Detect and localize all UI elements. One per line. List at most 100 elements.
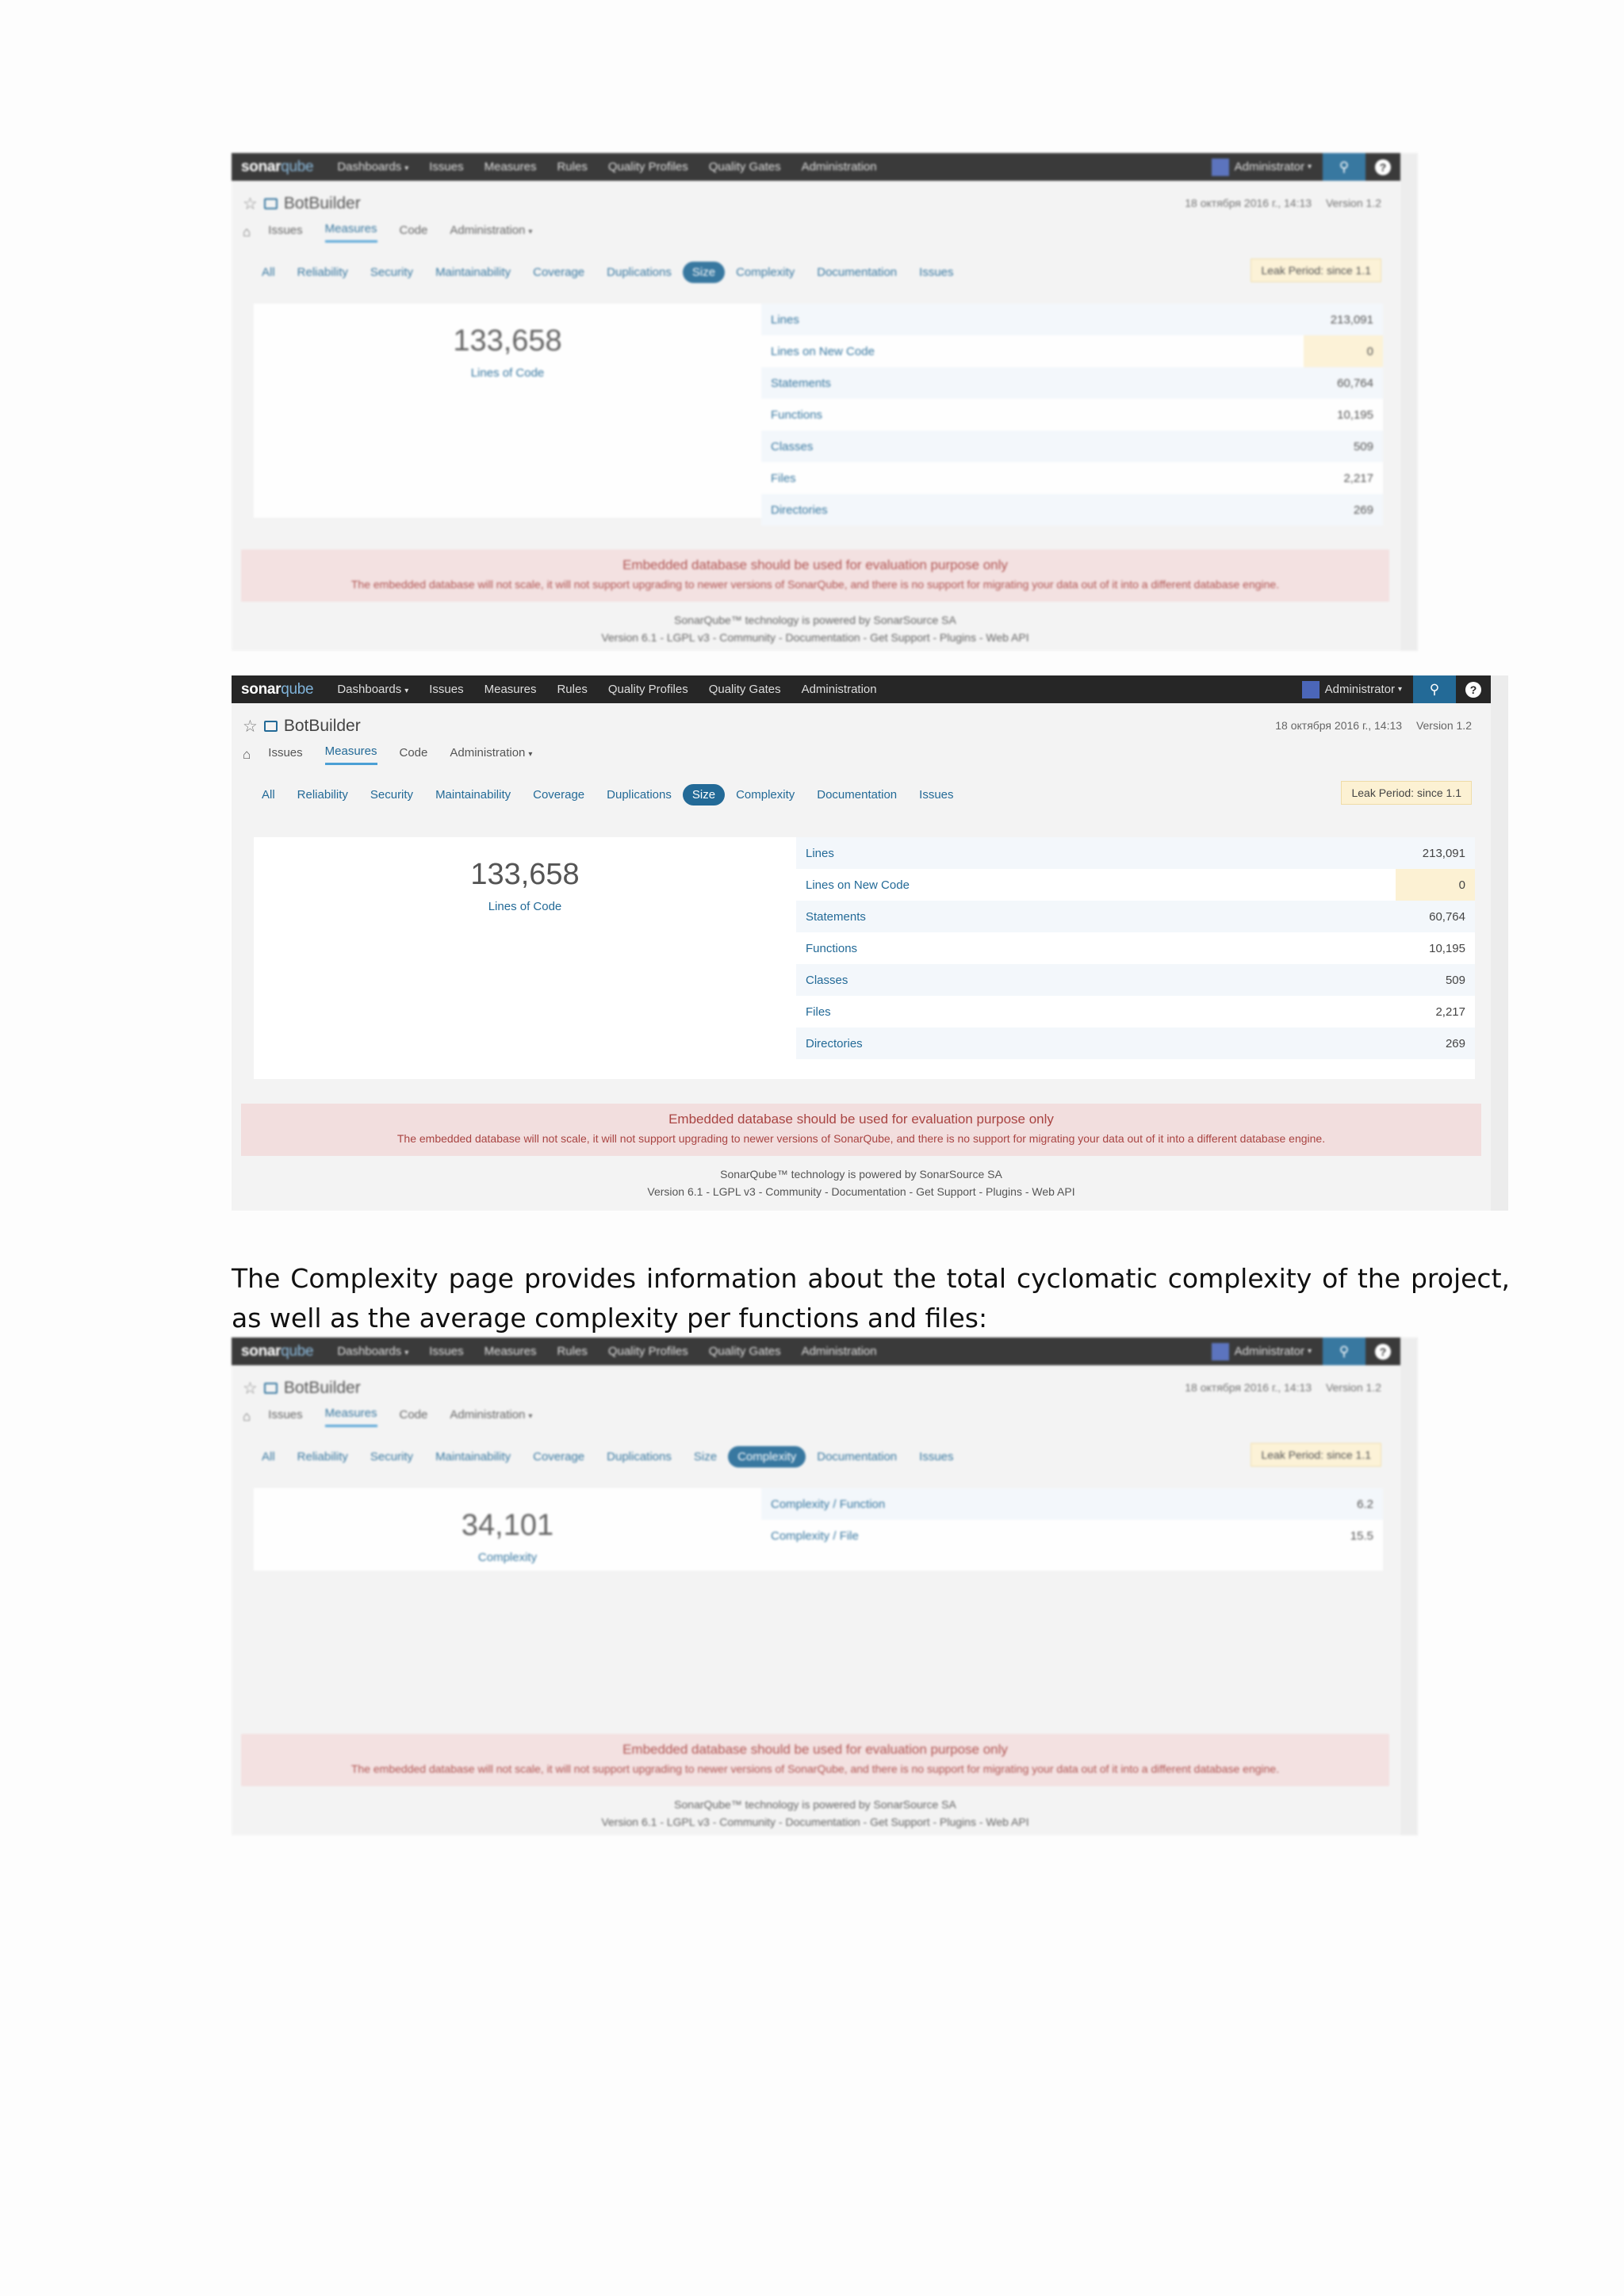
- measure-value[interactable]: 2,217: [1343, 472, 1373, 485]
- scrollbar[interactable]: [1400, 153, 1418, 651]
- star-icon[interactable]: ☆: [243, 1379, 258, 1399]
- measure-name[interactable]: Directories: [806, 1037, 1446, 1050]
- help-button[interactable]: ?: [1456, 675, 1491, 703]
- tab-issues[interactable]: Issues: [919, 1447, 953, 1467]
- sonarqube-logo[interactable]: sonarqube: [241, 681, 314, 698]
- tab-size[interactable]: Size: [694, 1447, 717, 1467]
- nav-administration[interactable]: Administration: [802, 1345, 877, 1358]
- nav-issues[interactable]: Issues: [429, 160, 463, 174]
- measure-value[interactable]: 509: [1446, 974, 1465, 987]
- summary-label[interactable]: Lines of Code: [254, 366, 761, 380]
- measure-value[interactable]: 10,195: [1429, 942, 1465, 955]
- home-icon[interactable]: ⌂: [243, 1409, 251, 1425]
- subnav-code[interactable]: Code: [400, 746, 428, 764]
- measure-value[interactable]: 10,195: [1337, 408, 1373, 422]
- tab-duplications[interactable]: Duplications: [607, 1447, 672, 1467]
- tab-reliability[interactable]: Reliability: [297, 262, 348, 282]
- measure-name[interactable]: Lines on New Code: [806, 878, 1459, 892]
- measure-name[interactable]: Lines: [806, 847, 1423, 860]
- summary-value[interactable]: 133,658: [254, 324, 761, 358]
- subnav-measures[interactable]: Measures: [324, 222, 377, 243]
- measure-name[interactable]: Classes: [806, 974, 1446, 987]
- nav-rules[interactable]: Rules: [557, 160, 587, 174]
- tab-maintainability[interactable]: Maintainability: [435, 262, 511, 282]
- tab-complexity[interactable]: Complexity: [728, 1446, 806, 1468]
- tab-coverage[interactable]: Coverage: [533, 785, 584, 805]
- tab-complexity[interactable]: Complexity: [736, 262, 795, 282]
- star-icon[interactable]: ☆: [243, 717, 258, 737]
- nav-administration[interactable]: Administration: [802, 683, 877, 696]
- search-button[interactable]: ⚲: [1323, 1337, 1365, 1365]
- measure-name[interactable]: Lines on New Code: [771, 345, 1367, 358]
- measure-name[interactable]: Complexity / Function: [771, 1498, 1357, 1511]
- help-button[interactable]: ?: [1365, 153, 1400, 181]
- subnav-administration[interactable]: Administration ▾: [450, 1408, 532, 1426]
- measure-value[interactable]: 2,217: [1435, 1005, 1465, 1019]
- subnav-measures[interactable]: Measures: [324, 744, 377, 765]
- user-menu[interactable]: Administrator ▾: [1211, 158, 1312, 176]
- subnav-issues[interactable]: Issues: [268, 224, 302, 242]
- subnav-issues[interactable]: Issues: [268, 1408, 302, 1426]
- help-button[interactable]: ?: [1365, 1337, 1400, 1365]
- project-name[interactable]: BotBuilder: [284, 194, 361, 213]
- subnav-issues[interactable]: Issues: [268, 746, 302, 764]
- summary-label[interactable]: Lines of Code: [254, 900, 796, 913]
- nav-dashboards[interactable]: Dashboards ▾: [337, 160, 408, 174]
- nav-dashboards[interactable]: Dashboards ▾: [337, 683, 408, 696]
- tab-size[interactable]: Size: [682, 784, 726, 806]
- nav-rules[interactable]: Rules: [557, 1345, 587, 1358]
- tab-coverage[interactable]: Coverage: [533, 1447, 584, 1467]
- tab-reliability[interactable]: Reliability: [297, 785, 348, 805]
- scrollbar[interactable]: [1491, 675, 1508, 1211]
- tab-security[interactable]: Security: [370, 785, 413, 805]
- measure-name[interactable]: Files: [806, 1005, 1435, 1019]
- tab-issues[interactable]: Issues: [919, 785, 953, 805]
- nav-quality-gates[interactable]: Quality Gates: [709, 683, 781, 696]
- nav-dashboards[interactable]: Dashboards ▾: [337, 1345, 408, 1358]
- tab-documentation[interactable]: Documentation: [817, 262, 897, 282]
- tab-all[interactable]: All: [262, 785, 275, 805]
- measure-value[interactable]: 60,764: [1429, 910, 1465, 924]
- nav-quality-profiles[interactable]: Quality Profiles: [608, 160, 688, 174]
- tab-all[interactable]: All: [262, 262, 275, 282]
- home-icon[interactable]: ⌂: [243, 224, 251, 240]
- subnav-measures[interactable]: Measures: [324, 1406, 377, 1427]
- measure-value[interactable]: 0: [1459, 878, 1465, 892]
- footer-links[interactable]: Version 6.1 - LGPL v3 - Community - Docu…: [232, 629, 1399, 646]
- nav-measures[interactable]: Measures: [485, 160, 537, 174]
- nav-issues[interactable]: Issues: [429, 1345, 463, 1358]
- tab-maintainability[interactable]: Maintainability: [435, 1447, 511, 1467]
- tab-security[interactable]: Security: [370, 262, 413, 282]
- measure-name[interactable]: Directories: [771, 503, 1354, 517]
- subnav-code[interactable]: Code: [400, 1408, 428, 1426]
- measure-name[interactable]: Lines: [771, 313, 1331, 327]
- footer-links[interactable]: Version 6.1 - LGPL v3 - Community - Docu…: [232, 1183, 1491, 1200]
- nav-rules[interactable]: Rules: [557, 683, 587, 696]
- tab-documentation[interactable]: Documentation: [817, 785, 897, 805]
- tab-all[interactable]: All: [262, 1447, 275, 1467]
- search-button[interactable]: ⚲: [1323, 153, 1365, 181]
- project-name[interactable]: BotBuilder: [284, 717, 361, 736]
- measure-value[interactable]: 269: [1446, 1037, 1465, 1050]
- subnav-administration[interactable]: Administration ▾: [450, 224, 532, 242]
- measure-value[interactable]: 0: [1367, 345, 1373, 358]
- measure-name[interactable]: Classes: [771, 440, 1354, 453]
- measure-name[interactable]: Statements: [806, 910, 1429, 924]
- summary-label[interactable]: Complexity: [254, 1551, 761, 1564]
- summary-value[interactable]: 34,101: [254, 1509, 761, 1543]
- measure-value[interactable]: 509: [1354, 440, 1373, 453]
- nav-quality-profiles[interactable]: Quality Profiles: [608, 683, 688, 696]
- tab-maintainability[interactable]: Maintainability: [435, 785, 511, 805]
- sonarqube-logo[interactable]: sonarqube: [241, 159, 314, 176]
- measure-value[interactable]: 6.2: [1357, 1498, 1373, 1511]
- star-icon[interactable]: ☆: [243, 194, 258, 214]
- tab-documentation[interactable]: Documentation: [817, 1447, 897, 1467]
- measure-name[interactable]: Complexity / File: [771, 1529, 1350, 1543]
- tab-size[interactable]: Size: [682, 262, 726, 283]
- measure-value[interactable]: 213,091: [1423, 847, 1465, 860]
- nav-issues[interactable]: Issues: [429, 683, 463, 696]
- tab-complexity[interactable]: Complexity: [736, 785, 795, 805]
- measure-value[interactable]: 60,764: [1337, 377, 1373, 390]
- measure-name[interactable]: Statements: [771, 377, 1337, 390]
- measure-value[interactable]: 269: [1354, 503, 1373, 517]
